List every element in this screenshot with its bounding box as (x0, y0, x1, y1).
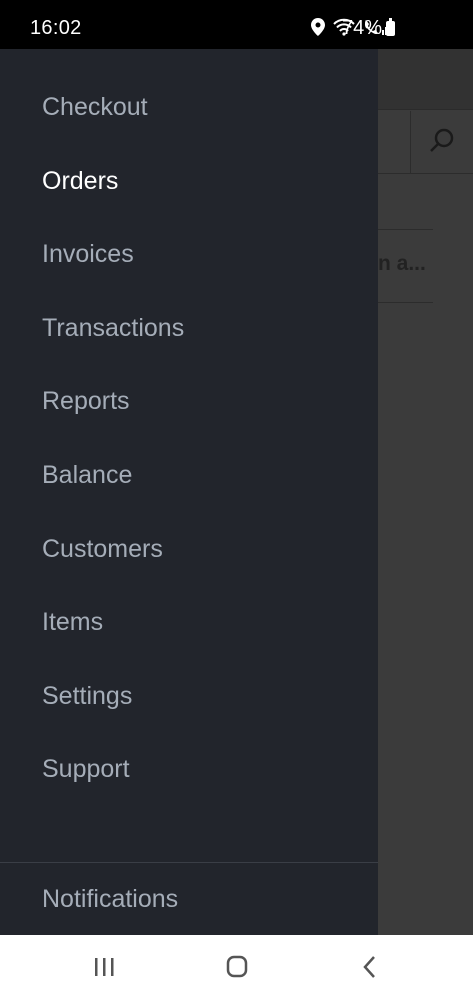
drawer-item-checkout[interactable]: Checkout (42, 93, 148, 122)
drawer-item-balance[interactable]: Balance (42, 461, 132, 490)
battery-icon (386, 18, 395, 36)
drawer-item-support[interactable]: Support (42, 755, 130, 784)
drawer-item-notifications[interactable]: Notifications (42, 885, 178, 914)
battery-percent: 74% (341, 17, 382, 39)
back-icon[interactable] (350, 953, 390, 981)
background-row-text: n a... (378, 252, 426, 275)
drawer-divider (0, 862, 378, 863)
home-icon[interactable] (217, 953, 257, 981)
navigation-drawer: Checkout Orders Invoices Transactions Re… (0, 49, 378, 935)
drawer-item-settings[interactable]: Settings (42, 682, 132, 711)
search-icon (430, 128, 454, 152)
drawer-item-invoices[interactable]: Invoices (42, 240, 134, 269)
drawer-item-customers[interactable]: Customers (42, 535, 163, 564)
system-nav-bar (0, 935, 473, 999)
status-time: 16:02 (30, 17, 82, 39)
drawer-item-transactions[interactable]: Transactions (42, 314, 184, 343)
recents-icon[interactable] (84, 953, 124, 981)
drawer-item-items[interactable]: Items (42, 608, 103, 637)
background-divider (410, 111, 411, 173)
status-bar: 16:02 74% (0, 0, 473, 49)
location-icon (311, 18, 325, 36)
drawer-item-reports[interactable]: Reports (42, 387, 130, 416)
drawer-item-orders[interactable]: Orders (42, 167, 118, 196)
